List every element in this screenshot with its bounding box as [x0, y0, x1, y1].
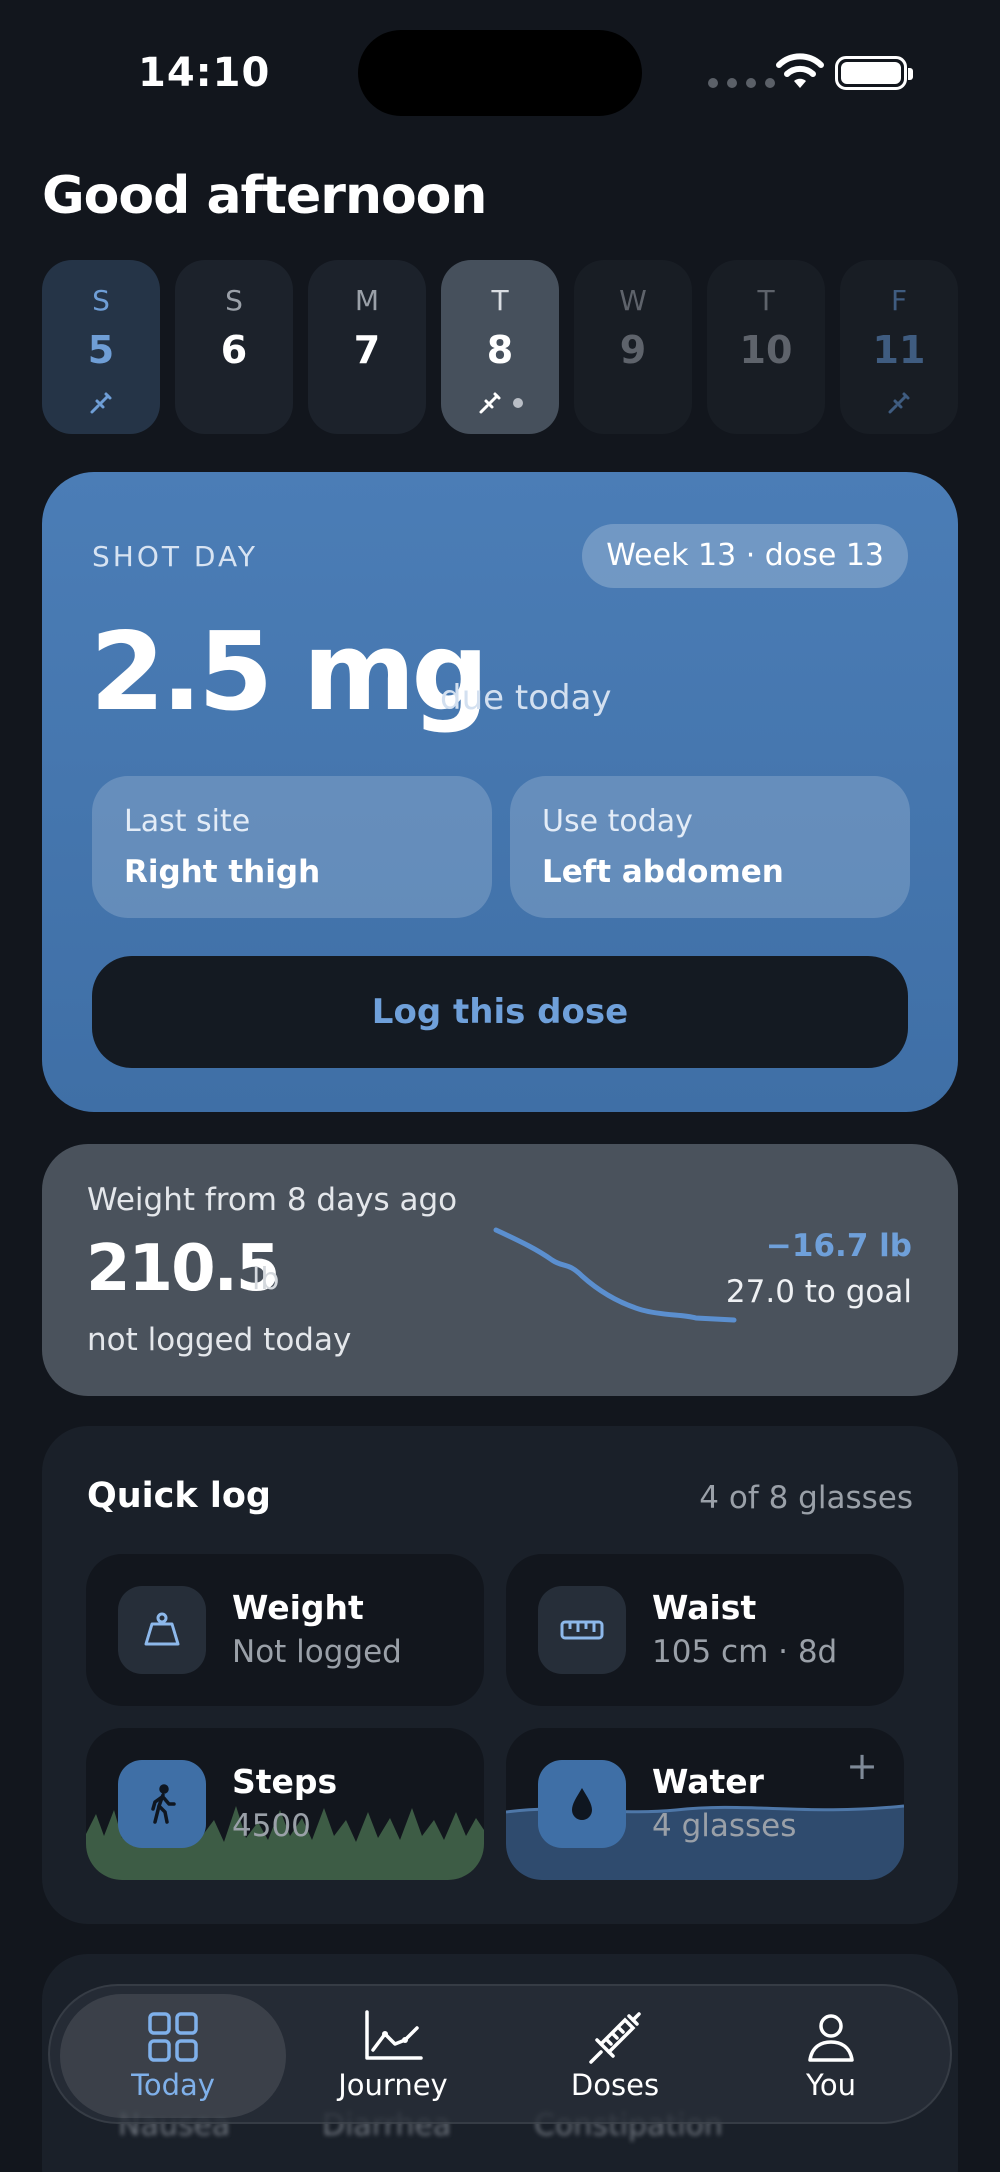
scale-icon	[118, 1586, 206, 1674]
day-friday-11[interactable]: F 11	[840, 260, 958, 434]
tile-title: Steps	[232, 1762, 338, 1801]
day-sunday-6[interactable]: S 6	[175, 260, 293, 434]
log-dose-button[interactable]: Log this dose	[92, 956, 908, 1068]
day-number: 8	[486, 328, 514, 372]
quick-log-weight-tile[interactable]: Weight Not logged	[86, 1554, 484, 1706]
tab-label: Journey	[338, 2068, 448, 2102]
weight-trend-sparkline	[493, 1227, 737, 1323]
water-progress-text: 4 of 8 glasses	[699, 1480, 913, 1516]
walking-icon	[118, 1760, 206, 1848]
tab-you[interactable]: You	[718, 1986, 944, 2126]
water-drop-icon	[538, 1760, 626, 1848]
week-day-strip: S 5 S 6 M 7 T 8 W 9 T 10 F 11	[42, 260, 958, 434]
dose-amount: 2.5 mg	[90, 610, 489, 735]
week-dose-badge: Week 13 · dose 13	[582, 524, 908, 588]
tile-title: Weight	[232, 1588, 364, 1627]
tab-today[interactable]: Today	[60, 1994, 286, 2118]
tab-label: You	[806, 2068, 856, 2102]
day-letter: M	[354, 284, 380, 317]
syringe-icon	[888, 392, 910, 414]
day-sunday-5[interactable]: S 5	[42, 260, 160, 434]
day-number: 6	[220, 328, 248, 372]
day-letter: F	[890, 284, 908, 317]
today-dot	[513, 398, 523, 408]
day-wednesday-9[interactable]: W 9	[574, 260, 692, 434]
weight-title: Weight from 8 days ago	[87, 1182, 458, 1218]
dose-due-text: due today	[440, 678, 612, 718]
day-letter: T	[757, 284, 775, 317]
add-water-button[interactable]: +	[846, 1744, 878, 1788]
battery-icon	[835, 56, 913, 90]
day-letter: T	[491, 284, 509, 317]
last-site-value: Right thigh	[124, 854, 321, 890]
weight-value: 210.5	[86, 1232, 280, 1306]
weight-to-goal: 27.0 to goal	[725, 1274, 912, 1310]
quick-log-steps-tile[interactable]: Steps 4500	[86, 1728, 484, 1880]
day-monday-7[interactable]: M 7	[308, 260, 426, 434]
use-today-box[interactable]: Use today Left abdomen	[510, 776, 910, 918]
weight-unit: lb	[252, 1262, 280, 1297]
greeting-title: Good afternoon	[42, 166, 487, 226]
day-letter: S	[225, 284, 243, 317]
shot-day-card: SHOT DAY Week 13 · dose 13 2.5 mg due to…	[42, 472, 958, 1112]
day-letter: S	[92, 284, 110, 317]
tab-journey[interactable]: Journey	[280, 1986, 506, 2126]
day-number: 5	[87, 328, 115, 372]
weight-card[interactable]: Weight from 8 days ago 210.5 lb not logg…	[42, 1144, 958, 1396]
tile-subtitle: 4 glasses	[652, 1808, 797, 1844]
syringe-icon	[589, 2012, 641, 2064]
tab-label: Today	[131, 2068, 215, 2102]
quick-log-waist-tile[interactable]: Waist 105 cm · 8d	[506, 1554, 904, 1706]
tile-subtitle: 105 cm · 8d	[652, 1634, 838, 1670]
day-number: 9	[619, 328, 647, 372]
syringe-icon	[479, 392, 501, 414]
status-time: 14:10	[138, 50, 271, 96]
tab-doses[interactable]: Doses	[502, 1986, 728, 2126]
quick-log-card: Quick log 4 of 8 glasses Weight Not logg…	[42, 1426, 958, 1924]
day-thursday-10[interactable]: T 10	[707, 260, 825, 434]
last-site-label: Last site	[124, 804, 251, 839]
ruler-icon	[538, 1586, 626, 1674]
grid-icon	[148, 2012, 198, 2062]
wifi-icon	[776, 53, 824, 88]
day-number: 11	[872, 328, 926, 372]
person-icon	[808, 2014, 854, 2062]
today-screen: 14:10 Good afternoon S 5 S 6 M 7 T 8 W 9…	[0, 0, 1000, 2172]
last-site-box: Last site Right thigh	[92, 776, 492, 918]
day-tuesday-8-today[interactable]: T 8	[441, 260, 559, 434]
use-today-value: Left abdomen	[542, 854, 784, 890]
chart-icon	[365, 2010, 423, 2060]
day-number: 7	[353, 328, 381, 372]
weight-subtitle: not logged today	[87, 1322, 352, 1358]
use-today-label: Use today	[542, 804, 693, 839]
tile-subtitle: Not logged	[232, 1634, 402, 1670]
tile-title: Water	[652, 1762, 764, 1801]
syringe-icon	[90, 392, 112, 414]
quick-log-title: Quick log	[87, 1476, 271, 1516]
shot-day-label: SHOT DAY	[92, 540, 259, 573]
day-number: 10	[739, 328, 793, 372]
weight-delta: −16.7 lb	[765, 1228, 912, 1264]
tile-title: Waist	[652, 1588, 757, 1627]
tab-label: Doses	[570, 2068, 660, 2102]
tile-subtitle: 4500	[232, 1808, 311, 1844]
tab-bar: Today Journey Doses You	[48, 1984, 952, 2124]
day-letter: W	[619, 284, 647, 317]
dynamic-island	[358, 30, 642, 116]
quick-log-water-tile[interactable]: Water 4 glasses +	[506, 1728, 904, 1880]
cellular-signal-icon	[708, 78, 775, 88]
